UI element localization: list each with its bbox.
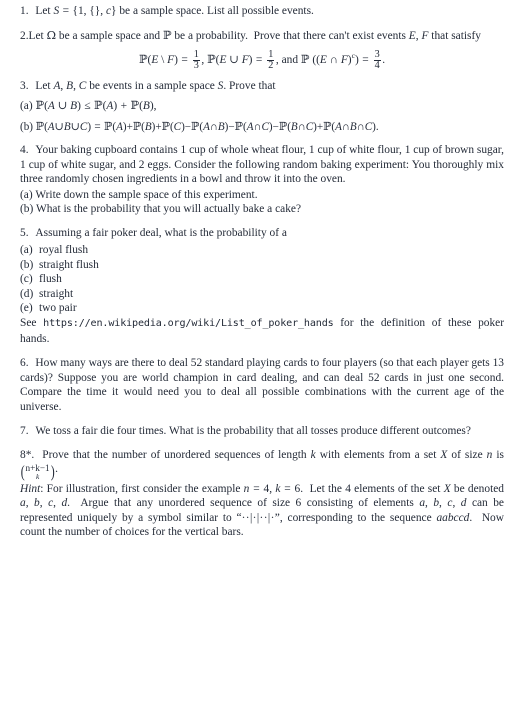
problem-4-part-b-label: (b) xyxy=(20,203,34,216)
problem-8-text-part3: of size xyxy=(447,448,487,461)
problem-5-part-d-label: (d) xyxy=(20,287,34,300)
problem-5-part-c: (c) flush xyxy=(20,272,504,286)
problem-5-part-d: (d) straight xyxy=(20,287,504,301)
problem-5-reference: See https://en.wikipedia.org/wiki/List_o… xyxy=(20,316,504,346)
problem-2-number: 2. xyxy=(20,30,29,43)
fraction-one-third: 13 xyxy=(192,48,200,71)
problem-6-number: 6. xyxy=(20,356,29,369)
document-body: 1. Let S = {1, {}, c} be a sample space.… xyxy=(20,4,504,549)
problem-1-set-symbol: S xyxy=(53,5,60,17)
problem-8-text-part1: Prove that the number of unordered seque… xyxy=(42,448,311,461)
problem-7-text: We toss a fair die four times. What is t… xyxy=(35,424,471,437)
problem-4-part-a-label: (a) xyxy=(20,188,33,201)
problem-5: 5. Assuming a fair poker deal, what is t… xyxy=(20,226,504,241)
problem-5-part-c-label: (c) xyxy=(20,273,33,286)
problem-4-part-b: (b) What is the probability that you wil… xyxy=(20,202,504,217)
hint-bar-symbol: ··|·|··|· xyxy=(241,511,275,524)
problem-2-display-equation: ℙ(E \ F) = 13, ℙ(E ∪ F) = 12, and ℙ ((E … xyxy=(138,48,386,71)
problem-8-hint: Hint: For illustration, first consider t… xyxy=(20,482,504,539)
document-page: 1. Let S = {1, {}, c} be a sample space.… xyxy=(0,0,524,704)
problem-1: 1. Let S = {1, {}, c} be a sample space.… xyxy=(20,5,314,17)
problem-7: 7. We toss a fair die four times. What i… xyxy=(20,424,504,439)
problem-5-part-e-label: (e) xyxy=(20,301,33,314)
problem-5-part-c-text: flush xyxy=(39,273,62,286)
problem-4-part-b-text: What is the probability that you will ac… xyxy=(35,203,302,216)
problem-5-part-b-text: straight flush xyxy=(39,258,99,271)
wikipedia-url-link[interactable]: https://en.wikipedia.org/wiki/List_of_po… xyxy=(43,318,334,329)
problem-8-text-part2: with elements from a set xyxy=(315,448,441,461)
problem-5-part-a: (a) royal flush xyxy=(20,243,504,257)
omega-symbol: Ω xyxy=(46,28,57,43)
problem-4-text: Your baking cupboard contains 1 cup of w… xyxy=(20,144,504,186)
problem-8: 8*. Prove that the number of unordered s… xyxy=(20,448,504,481)
problem-5-part-b-label: (b) xyxy=(20,258,34,271)
blackboard-p-icon: ℙ xyxy=(162,28,172,43)
problem-3-part-a: (a) ℙ(A ∪ B) ≤ ℙ(A) + ℙ(B), xyxy=(20,97,157,112)
hint-label: Hint xyxy=(20,482,41,495)
problem-7-number: 7. xyxy=(20,424,29,437)
problem-4-number: 4. xyxy=(20,144,29,157)
problem-3-part-b-label: (b) xyxy=(20,120,33,133)
problem-5-number: 5. xyxy=(20,226,29,239)
hint-sequence: aabccd xyxy=(436,511,470,524)
reference-prefix: See xyxy=(20,317,44,330)
problem-5-part-a-text: royal flush xyxy=(39,244,89,257)
problem-6-text: How many ways are there to deal 52 stand… xyxy=(20,356,504,413)
fraction-three-fourths: 34 xyxy=(373,48,381,71)
problem-6: 6. How many ways are there to deal 52 st… xyxy=(20,356,504,414)
problem-4-part-a: (a) Write down the sample space of this … xyxy=(20,188,504,203)
problem-5-part-d-text: straight xyxy=(39,287,74,300)
problem-2: 2.Let Ω be a sample space and ℙ be a pro… xyxy=(20,28,481,43)
problem-8-text-part5: . xyxy=(55,463,59,476)
problem-3-number: 3. xyxy=(20,80,29,93)
problem-3-part-b: (b) ℙ(A∪B∪C) = ℙ(A)+ℙ(B)+ℙ(C)−ℙ(A∩B)−ℙ(A… xyxy=(20,119,379,133)
problem-4: 4. Your baking cupboard contains 1 cup o… xyxy=(20,143,504,187)
problem-5-part-e-text: two pair xyxy=(39,301,77,314)
problem-1-number: 1. xyxy=(20,5,29,17)
binomial-coefficient: (n+k−1 k) xyxy=(20,461,55,482)
problem-4-part-a-text: Write down the sample space of this expe… xyxy=(35,188,258,201)
problem-5-part-e: (e) two pair xyxy=(20,301,504,315)
problem-5-part-a-label: (a) xyxy=(20,244,33,257)
problem-5-part-b: (b) straight flush xyxy=(20,258,504,272)
problem-8-number: 8*. xyxy=(20,448,35,461)
problem-5-text: Assuming a fair poker deal, what is the … xyxy=(35,226,287,239)
binom-bottom: k xyxy=(35,472,40,482)
problem-3-part-a-label: (a) xyxy=(20,99,33,112)
problem-8-text-part4: is xyxy=(492,448,504,461)
problem-3: 3. Let A, B, C be events in a sample spa… xyxy=(20,80,276,93)
fraction-one-half: 12 xyxy=(267,48,275,71)
